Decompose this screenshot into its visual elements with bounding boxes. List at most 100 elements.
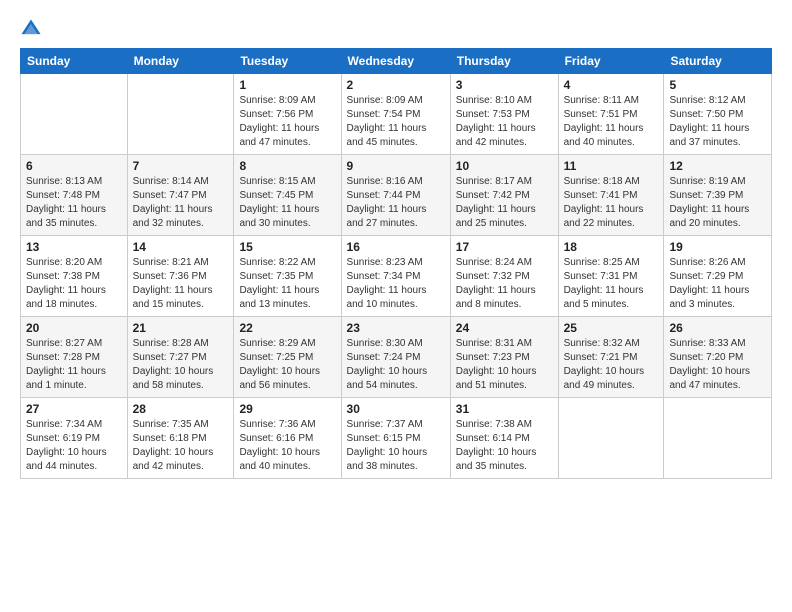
- calendar-cell: 24 Sunrise: 8:31 AM Sunset: 7:23 PM Dayli…: [450, 317, 558, 398]
- calendar-cell: 18 Sunrise: 8:25 AM Sunset: 7:31 PM Dayli…: [558, 236, 664, 317]
- day-header-tuesday: Tuesday: [234, 49, 341, 74]
- calendar-cell: 13 Sunrise: 8:20 AM Sunset: 7:38 PM Dayli…: [21, 236, 128, 317]
- day-number: 14: [133, 240, 229, 254]
- day-number: 12: [669, 159, 766, 173]
- day-info: Sunrise: 8:11 AM Sunset: 7:51 PM Dayligh…: [564, 94, 659, 150]
- day-number: 18: [564, 240, 659, 254]
- day-number: 13: [26, 240, 122, 254]
- calendar-week-row: 27 Sunrise: 7:34 AM Sunset: 6:19 PM Dayli…: [21, 398, 772, 479]
- calendar-week-row: 6 Sunrise: 8:13 AM Sunset: 7:48 PM Daylig…: [21, 155, 772, 236]
- day-info: Sunrise: 8:15 AM Sunset: 7:45 PM Dayligh…: [239, 175, 335, 231]
- calendar-cell: 7Sunrise: 8:14 AM Sunset: 7:47 PM Daylig…: [127, 155, 234, 236]
- day-number: 16: [347, 240, 445, 254]
- day-info: Sunrise: 8:09 AM Sunset: 7:54 PM Dayligh…: [347, 94, 445, 150]
- day-info: Sunrise: 8:28 AM Sunset: 7:27 PM Dayligh…: [133, 337, 229, 393]
- calendar-cell: 30 Sunrise: 7:37 AM Sunset: 6:15 PM Dayli…: [341, 398, 450, 479]
- day-header-wednesday: Wednesday: [341, 49, 450, 74]
- day-info: Sunrise: 8:18 AM Sunset: 7:41 PM Dayligh…: [564, 175, 659, 231]
- calendar-week-row: 20 Sunrise: 8:27 AM Sunset: 7:28 PM Dayli…: [21, 317, 772, 398]
- day-number: 3: [456, 78, 553, 92]
- day-number: 15: [239, 240, 335, 254]
- day-header-monday: Monday: [127, 49, 234, 74]
- day-number: 6: [26, 159, 122, 173]
- day-info: Sunrise: 7:35 AM Sunset: 6:18 PM Dayligh…: [133, 418, 229, 474]
- day-header-saturday: Saturday: [664, 49, 772, 74]
- day-header-sunday: Sunday: [21, 49, 128, 74]
- calendar-cell: 26 Sunrise: 8:33 AM Sunset: 7:20 PM Dayli…: [664, 317, 772, 398]
- day-info: Sunrise: 8:33 AM Sunset: 7:20 PM Dayligh…: [669, 337, 766, 393]
- calendar-cell: 17 Sunrise: 8:24 AM Sunset: 7:32 PM Dayli…: [450, 236, 558, 317]
- day-number: 29: [239, 402, 335, 416]
- day-info: Sunrise: 8:24 AM Sunset: 7:32 PM Dayligh…: [456, 256, 553, 312]
- calendar-cell: [558, 398, 664, 479]
- day-info: Sunrise: 7:36 AM Sunset: 6:16 PM Dayligh…: [239, 418, 335, 474]
- calendar-cell: 22 Sunrise: 8:29 AM Sunset: 7:25 PM Dayli…: [234, 317, 341, 398]
- day-number: 23: [347, 321, 445, 335]
- calendar-cell: 29 Sunrise: 7:36 AM Sunset: 6:16 PM Dayli…: [234, 398, 341, 479]
- calendar-table: SundayMondayTuesdayWednesdayThursdayFrid…: [20, 48, 772, 479]
- day-number: 17: [456, 240, 553, 254]
- day-info: Sunrise: 8:26 AM Sunset: 7:29 PM Dayligh…: [669, 256, 766, 312]
- day-number: 27: [26, 402, 122, 416]
- day-info: Sunrise: 8:29 AM Sunset: 7:25 PM Dayligh…: [239, 337, 335, 393]
- page: SundayMondayTuesdayWednesdayThursdayFrid…: [0, 0, 792, 612]
- day-info: Sunrise: 7:37 AM Sunset: 6:15 PM Dayligh…: [347, 418, 445, 474]
- day-number: 4: [564, 78, 659, 92]
- day-info: Sunrise: 8:22 AM Sunset: 7:35 PM Dayligh…: [239, 256, 335, 312]
- day-info: Sunrise: 8:30 AM Sunset: 7:24 PM Dayligh…: [347, 337, 445, 393]
- calendar-cell: [21, 74, 128, 155]
- calendar-cell: [127, 74, 234, 155]
- day-info: Sunrise: 8:13 AM Sunset: 7:48 PM Dayligh…: [26, 175, 122, 231]
- calendar-cell: 6 Sunrise: 8:13 AM Sunset: 7:48 PM Daylig…: [21, 155, 128, 236]
- day-number: 30: [347, 402, 445, 416]
- day-info: Sunrise: 8:21 AM Sunset: 7:36 PM Dayligh…: [133, 256, 229, 312]
- day-info: Sunrise: 8:32 AM Sunset: 7:21 PM Dayligh…: [564, 337, 659, 393]
- day-number: 1: [239, 78, 335, 92]
- day-number: 7: [133, 159, 229, 173]
- day-number: 31: [456, 402, 553, 416]
- day-info: Sunrise: 8:23 AM Sunset: 7:34 PM Dayligh…: [347, 256, 445, 312]
- day-info: Sunrise: 8:17 AM Sunset: 7:42 PM Dayligh…: [456, 175, 553, 231]
- day-number: 8: [239, 159, 335, 173]
- day-header-friday: Friday: [558, 49, 664, 74]
- day-number: 24: [456, 321, 553, 335]
- calendar-cell: 8 Sunrise: 8:15 AM Sunset: 7:45 PM Daylig…: [234, 155, 341, 236]
- calendar-cell: 25 Sunrise: 8:32 AM Sunset: 7:21 PM Dayli…: [558, 317, 664, 398]
- calendar-cell: 28Sunrise: 7:35 AM Sunset: 6:18 PM Dayli…: [127, 398, 234, 479]
- day-info: Sunrise: 8:20 AM Sunset: 7:38 PM Dayligh…: [26, 256, 122, 312]
- day-number: 21: [133, 321, 229, 335]
- calendar-cell: [664, 398, 772, 479]
- calendar-cell: 3 Sunrise: 8:10 AM Sunset: 7:53 PM Daylig…: [450, 74, 558, 155]
- calendar-cell: 11Sunrise: 8:18 AM Sunset: 7:41 PM Dayli…: [558, 155, 664, 236]
- day-info: Sunrise: 8:09 AM Sunset: 7:56 PM Dayligh…: [239, 94, 335, 150]
- day-info: Sunrise: 8:12 AM Sunset: 7:50 PM Dayligh…: [669, 94, 766, 150]
- day-info: Sunrise: 8:27 AM Sunset: 7:28 PM Dayligh…: [26, 337, 122, 393]
- day-number: 26: [669, 321, 766, 335]
- header: [20, 18, 772, 40]
- day-header-thursday: Thursday: [450, 49, 558, 74]
- day-info: Sunrise: 8:19 AM Sunset: 7:39 PM Dayligh…: [669, 175, 766, 231]
- calendar-cell: 21 Sunrise: 8:28 AM Sunset: 7:27 PM Dayli…: [127, 317, 234, 398]
- calendar-cell: 31 Sunrise: 7:38 AM Sunset: 6:14 PM Dayli…: [450, 398, 558, 479]
- day-number: 22: [239, 321, 335, 335]
- calendar-week-row: 1 Sunrise: 8:09 AM Sunset: 7:56 PM Daylig…: [21, 74, 772, 155]
- calendar-cell: 16 Sunrise: 8:23 AM Sunset: 7:34 PM Dayli…: [341, 236, 450, 317]
- calendar-header-row: SundayMondayTuesdayWednesdayThursdayFrid…: [21, 49, 772, 74]
- day-number: 20: [26, 321, 122, 335]
- day-number: 2: [347, 78, 445, 92]
- day-info: Sunrise: 8:25 AM Sunset: 7:31 PM Dayligh…: [564, 256, 659, 312]
- day-number: 10: [456, 159, 553, 173]
- day-info: Sunrise: 8:31 AM Sunset: 7:23 PM Dayligh…: [456, 337, 553, 393]
- day-number: 19: [669, 240, 766, 254]
- calendar-cell: 1 Sunrise: 8:09 AM Sunset: 7:56 PM Daylig…: [234, 74, 341, 155]
- day-number: 25: [564, 321, 659, 335]
- calendar-cell: 15 Sunrise: 8:22 AM Sunset: 7:35 PM Dayli…: [234, 236, 341, 317]
- calendar-cell: 20 Sunrise: 8:27 AM Sunset: 7:28 PM Dayli…: [21, 317, 128, 398]
- calendar-cell: 4 Sunrise: 8:11 AM Sunset: 7:51 PM Daylig…: [558, 74, 664, 155]
- day-info: Sunrise: 7:38 AM Sunset: 6:14 PM Dayligh…: [456, 418, 553, 474]
- day-info: Sunrise: 7:34 AM Sunset: 6:19 PM Dayligh…: [26, 418, 122, 474]
- day-info: Sunrise: 8:10 AM Sunset: 7:53 PM Dayligh…: [456, 94, 553, 150]
- calendar-week-row: 13 Sunrise: 8:20 AM Sunset: 7:38 PM Dayli…: [21, 236, 772, 317]
- calendar-cell: 27 Sunrise: 7:34 AM Sunset: 6:19 PM Dayli…: [21, 398, 128, 479]
- day-number: 5: [669, 78, 766, 92]
